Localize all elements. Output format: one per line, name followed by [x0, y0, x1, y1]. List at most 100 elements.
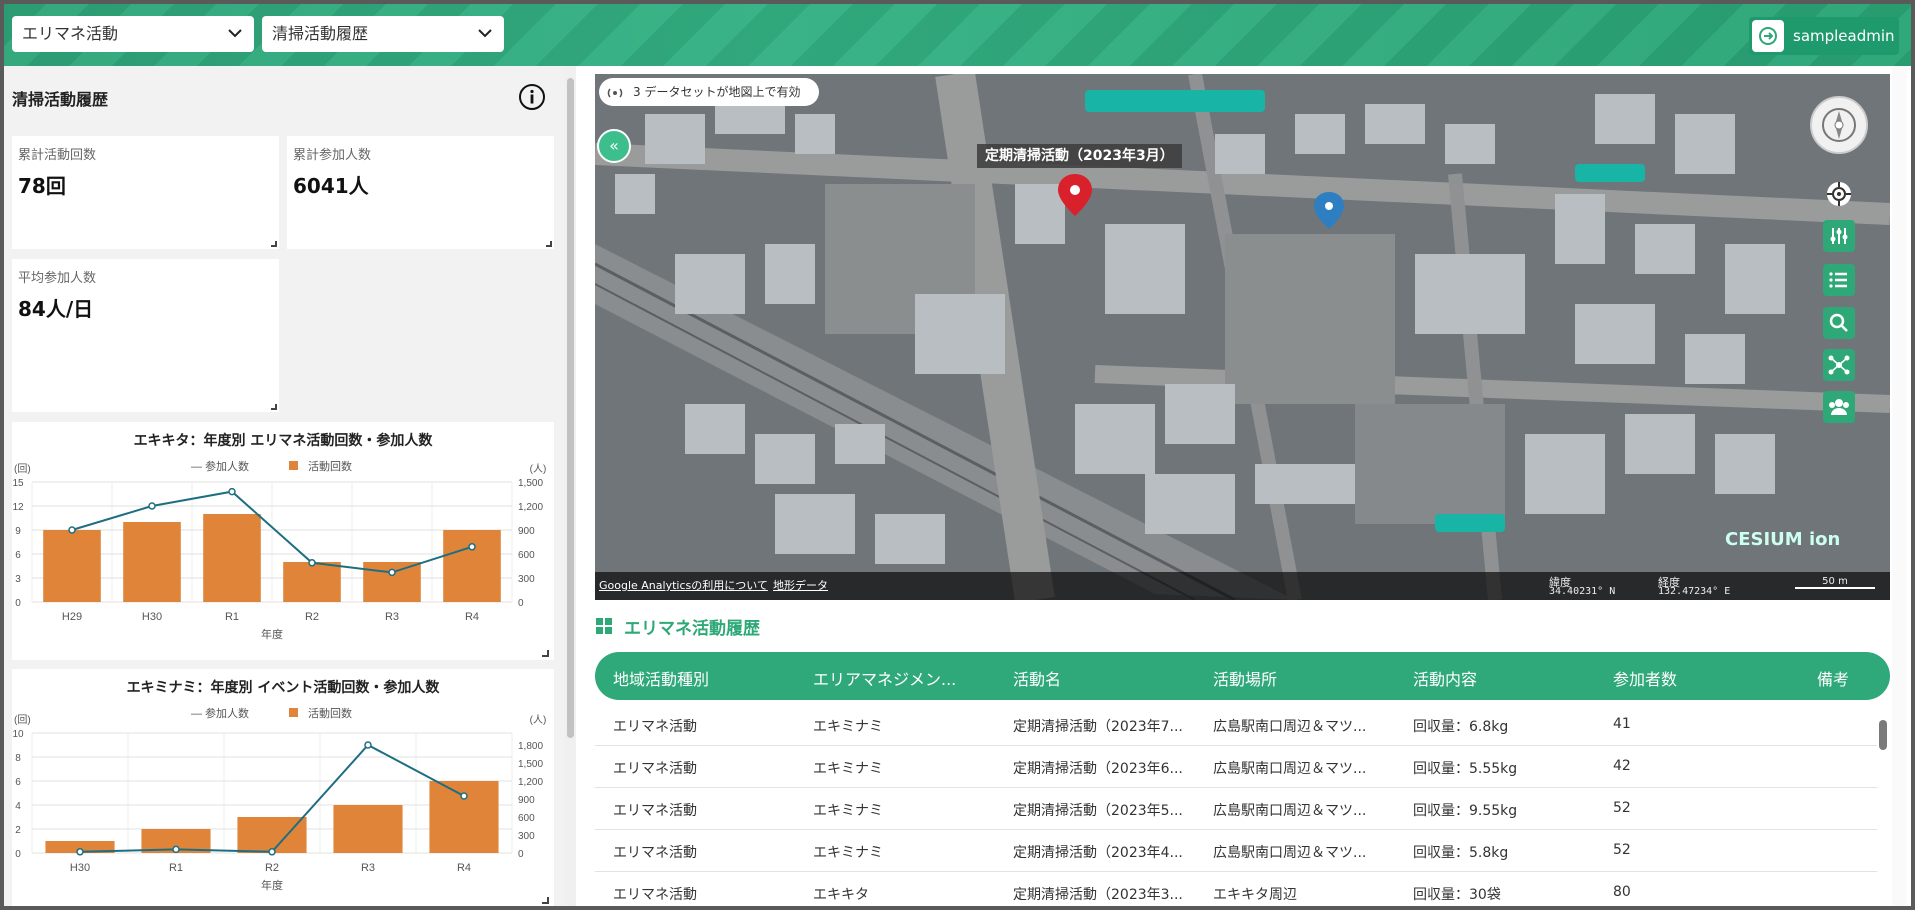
y-axis-left-unit: (回) — [14, 463, 31, 475]
resize-handle[interactable] — [546, 241, 552, 247]
table-cell: 41 — [1613, 716, 1631, 732]
resize-handle[interactable] — [271, 404, 277, 410]
scroll-thumb[interactable] — [567, 78, 574, 738]
analytics-link[interactable]: Google Analyticsの利用について — [599, 577, 768, 593]
panel-title: 清掃活動履歴 — [12, 90, 109, 109]
compass-icon[interactable] — [1810, 96, 1868, 154]
y-left-tick-label: 3 — [15, 574, 21, 585]
table-row[interactable]: エリマネ活動 エキミナミ 定期清掃活動（2023年7... 広島駅南口周辺＆マツ...… — [595, 704, 1877, 746]
line-point — [308, 559, 316, 567]
table-row[interactable]: エリマネ活動 エキミナミ 定期清掃活動（2023年4... 広島駅南口周辺＆マツ...… — [595, 830, 1877, 872]
table-row[interactable]: エリマネ活動 エキキタ 定期清掃活動（2023年3... エキキタ周辺 回収量：30袋 8… — [595, 872, 1877, 906]
line-point — [172, 845, 180, 854]
map-footer: Google Analyticsの利用について 地形データ 緯度 34.4023… — [595, 572, 1890, 600]
x-tick-label: R4 — [465, 611, 479, 623]
table-cell: エリマネ活動 — [613, 887, 697, 903]
y-right-tick-label: 900 — [518, 526, 535, 537]
users-icon[interactable] — [1823, 391, 1855, 423]
line-point — [460, 792, 468, 800]
app-frame: エリマネ活動 清掃活動履歴 sampleadmin 清掃活動履歴 累計活動回数 … — [4, 4, 1911, 906]
y-left-tick-label: 2 — [15, 825, 21, 836]
column-header[interactable]: 活動名 — [1013, 666, 1061, 690]
dataset-status-pill[interactable]: 3 データセットが地図上で有効 — [599, 78, 819, 106]
bar — [283, 562, 341, 602]
locate-icon[interactable] — [1823, 178, 1855, 210]
table-cell: 定期清掃活動（2023年3... — [1013, 887, 1183, 903]
x-tick-label: R2 — [305, 611, 319, 623]
y-right-tick-label: 900 — [518, 795, 535, 806]
line-point — [228, 487, 236, 496]
table-cell: エキキタ周辺 — [1213, 887, 1297, 903]
dataset-select[interactable]: 清掃活動履歴 — [262, 16, 504, 52]
table-cell: 回収量：5.55kg — [1413, 761, 1518, 777]
table-cell: 広島駅南口周辺＆マツ... — [1213, 761, 1367, 777]
bar — [203, 514, 261, 602]
x-tick-label: R2 — [265, 862, 279, 874]
column-header[interactable]: 地域活動種別 — [613, 666, 709, 690]
dataset-select-value: 清掃活動履歴 — [272, 24, 369, 43]
table-cell: 52 — [1613, 800, 1631, 816]
map-popup-label: 定期清掃活動（2023年3月） — [977, 144, 1182, 168]
chart-card-ekikita: エキキタ：年度別 エリマネ活動回数・参加人数 — 参加人数 活動回数 (回) (人) 0… — [12, 422, 554, 660]
left-panel-scrollbar[interactable] — [564, 66, 576, 906]
line-point — [388, 568, 396, 577]
broadcast-icon — [607, 88, 623, 98]
map-view[interactable]: 3 データセットが地図上で有効 « 定期清掃活動（2023年3月） CESIUM… — [595, 74, 1890, 600]
line-point — [268, 848, 276, 856]
y-axis-left-unit: (回) — [14, 714, 31, 726]
category-select[interactable]: エリマネ活動 — [12, 16, 254, 52]
table-row[interactable]: エリマネ活動 エキミナミ 定期清掃活動（2023年5... 広島駅南口周辺＆マツ...… — [595, 788, 1877, 830]
y-left-tick-label: 6 — [15, 777, 21, 788]
table-cell: 回収量：30袋 — [1413, 887, 1501, 903]
y-right-tick-label: 1,500 — [518, 478, 543, 489]
y-left-tick-label: 6 — [15, 550, 21, 561]
username: sampleadmin — [1793, 27, 1895, 45]
bar — [237, 817, 307, 853]
table-scroll-thumb[interactable] — [1879, 720, 1887, 750]
bar — [333, 805, 403, 853]
table-cell: エリマネ活動 — [613, 803, 697, 819]
column-header[interactable]: 備考 — [1817, 666, 1849, 690]
user-menu-button[interactable]: sampleadmin — [1749, 17, 1899, 55]
table-cell: エキミナミ — [813, 719, 883, 735]
y-right-tick-label: 0 — [518, 849, 524, 860]
table-row[interactable]: エリマネ活動 エキミナミ 定期清掃活動（2023年6... 広島駅南口周辺＆マツ...… — [595, 746, 1877, 788]
chevron-down-icon — [228, 29, 242, 38]
terrain-link[interactable]: 地形データ — [773, 577, 828, 593]
table-cell: 回収量：6.8kg — [1413, 719, 1509, 735]
share-icon[interactable] — [1823, 349, 1855, 381]
column-header[interactable]: 活動場所 — [1213, 666, 1277, 690]
column-header[interactable]: 活動内容 — [1413, 666, 1477, 690]
chart-ekikita: — 参加人数 活動回数 (回) (人) 0 3 6 9 12 15 0 300 600 900 1,200 1… — [12, 459, 549, 657]
y-right-tick-label: 600 — [518, 550, 535, 561]
stat-value: 78回 — [18, 174, 66, 198]
table-cell: 52 — [1613, 842, 1631, 858]
search-icon[interactable] — [1823, 307, 1855, 339]
table-cell: エリマネ活動 — [613, 761, 697, 777]
table-cell: エリマネ活動 — [613, 719, 697, 735]
aerial-map — [595, 74, 1890, 600]
list-icon[interactable] — [1823, 264, 1855, 296]
table-cell: 定期清掃活動（2023年5... — [1013, 803, 1183, 819]
chart-ekiminami: — 参加人数 活動回数 (回) (人) 0 2 4 6 8 10 0 300 600 900 1,200 1,… — [12, 706, 549, 904]
longitude-value: 132.47234° E — [1658, 586, 1731, 597]
legend-bar-swatch — [289, 708, 298, 717]
chart-title: エキキタ：年度別 エリマネ活動回数・参加人数 — [133, 433, 433, 449]
filter-icon[interactable] — [1823, 220, 1855, 252]
column-header[interactable]: 参加者数 — [1613, 666, 1677, 690]
column-header[interactable]: エリアマネジメン... — [813, 666, 956, 690]
x-tick-label: R3 — [385, 611, 399, 623]
left-panel: 清掃活動履歴 累計活動回数 78回 累計参加人数 6041人 平均参加人数 84… — [4, 66, 564, 906]
x-axis-label: 年度 — [261, 878, 283, 892]
collapse-panel-button[interactable]: « — [597, 129, 631, 163]
legend-line-label: — 参加人数 — [191, 706, 249, 720]
section-title: エリマネ活動履歴 — [624, 619, 760, 639]
y-right-tick-label: 1,800 — [518, 741, 543, 752]
latitude-value: 34.40231° N — [1549, 586, 1616, 597]
x-tick-label: R4 — [457, 862, 471, 874]
bar — [443, 530, 501, 602]
table-cell: 広島駅南口周辺＆マツ... — [1213, 803, 1367, 819]
right-panel-scrollbar[interactable] — [1892, 66, 1906, 906]
info-icon[interactable] — [518, 83, 546, 111]
resize-handle[interactable] — [271, 241, 277, 247]
